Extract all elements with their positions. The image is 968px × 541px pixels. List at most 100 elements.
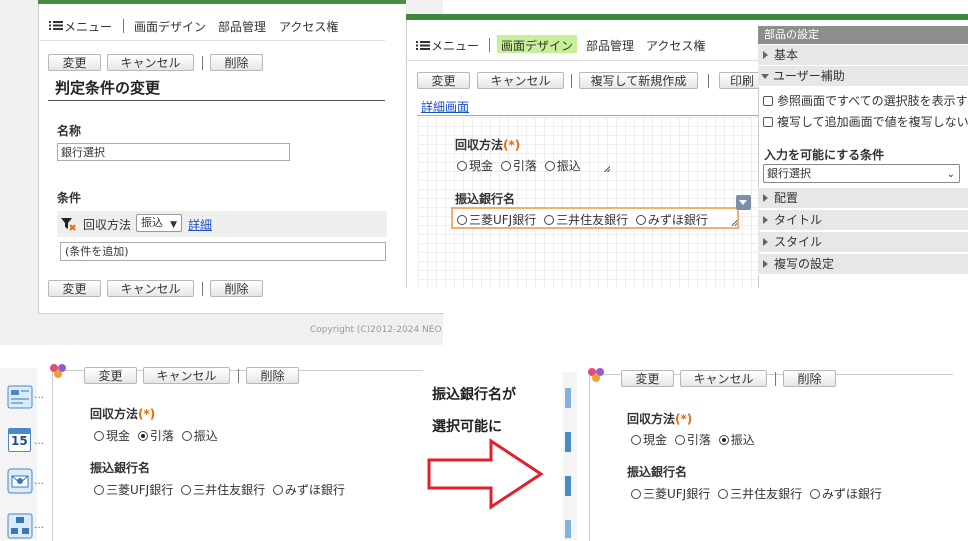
add-condition-select[interactable]: (条件を追加) xyxy=(60,242,386,261)
resize-handle[interactable] xyxy=(604,166,610,172)
delete-button[interactable]: 削除 xyxy=(783,370,836,387)
radio-bank-smbc[interactable]: 三井住友銀行 xyxy=(718,487,802,501)
copyright-text: Copyright (C)2012-2024 NEO xyxy=(310,325,442,335)
nav-item-access[interactable]: アクセス権 xyxy=(279,18,338,35)
radio-transfer[interactable]: 振込 xyxy=(718,433,755,447)
collection-method-label: 回収方法(*) xyxy=(455,136,520,153)
radio-bank-mizuho[interactable]: みずほ銀行 xyxy=(272,483,345,497)
chevron-down-icon: ⌄ xyxy=(946,169,955,180)
change-button[interactable]: 変更 xyxy=(84,367,137,384)
cancel-button[interactable]: キャンセル xyxy=(680,370,767,387)
radio-transfer[interactable]: 振込 xyxy=(544,159,581,173)
panel-section-user-assist[interactable]: ユーザー補助 xyxy=(758,66,968,87)
dashboard-icon[interactable] xyxy=(7,384,33,410)
panel-section-title[interactable]: タイトル xyxy=(758,210,968,231)
org-chart-icon[interactable] xyxy=(7,512,33,540)
nav-item-parts[interactable]: 部品管理 xyxy=(586,37,634,54)
radio-debit[interactable]: 引落 xyxy=(674,433,711,447)
change-button[interactable]: 変更 xyxy=(417,72,470,89)
button-separator xyxy=(708,74,709,88)
title-underline xyxy=(48,100,385,101)
panel-section-style[interactable]: スタイル xyxy=(758,232,968,253)
sidebar-icon-partial[interactable] xyxy=(565,388,571,408)
bottom-right-content xyxy=(589,374,953,541)
name-field[interactable] xyxy=(57,143,290,161)
sidebar-icon-partial[interactable] xyxy=(565,476,571,496)
cancel-button[interactable]: キャンセル xyxy=(143,367,230,384)
chevron-down-icon xyxy=(761,74,769,79)
top-left-header-bar xyxy=(38,0,443,4)
required-mark: (*) xyxy=(675,412,693,426)
bank-radio-group[interactable]: 三菱UFJ銀行 三井住友銀行 みずほ銀行 xyxy=(631,485,882,502)
bank-name-label: 振込銀行名 xyxy=(627,465,688,479)
cancel-button[interactable]: キャンセル xyxy=(107,54,194,71)
collection-method-radio-group[interactable]: 現金 引落 振込 xyxy=(631,431,755,448)
menu-icon[interactable] xyxy=(49,21,63,30)
divider xyxy=(406,60,758,61)
radio-bank-mufg[interactable]: 三菱UFJ銀行 xyxy=(631,487,710,501)
panel-section-basic[interactable]: 基本 xyxy=(758,45,968,66)
radio-bank-mufg[interactable]: 三菱UFJ銀行 xyxy=(94,483,173,497)
delete-button[interactable]: 削除 xyxy=(246,367,299,384)
page-title: 判定条件の変更 xyxy=(55,79,161,97)
radio-cash[interactable]: 現金 xyxy=(631,433,667,447)
part-menu-button[interactable] xyxy=(736,195,751,210)
sidebar-icon-partial[interactable] xyxy=(565,520,571,538)
condition-select-value: 振込 xyxy=(141,216,163,229)
nav-item-access[interactable]: アクセス権 xyxy=(646,37,705,54)
top-right-header-bar xyxy=(406,14,968,20)
button-separator xyxy=(202,56,203,70)
delete-button[interactable]: 削除 xyxy=(210,54,263,71)
delete-button-bottom[interactable]: 削除 xyxy=(210,280,263,297)
detail-link[interactable]: 詳細 xyxy=(188,216,212,233)
enable-condition-value: 銀行選択 xyxy=(767,167,811,180)
panel-section-layout[interactable]: 配置 xyxy=(758,188,968,209)
radio-cash[interactable]: 現金 xyxy=(94,429,130,443)
menu-icon[interactable] xyxy=(416,41,430,50)
enable-condition-label: 入力を可能にする条件 xyxy=(764,148,885,162)
menu-label[interactable]: メニュー xyxy=(431,37,479,54)
enable-condition-select[interactable]: 銀行選択 ⌄ xyxy=(763,164,960,183)
nav-separator xyxy=(489,38,490,52)
radio-bank-smbc[interactable]: 三井住友銀行 xyxy=(544,213,628,227)
radio-bank-smbc[interactable]: 三井住友銀行 xyxy=(181,483,265,497)
detail-screen-link[interactable]: 詳細画面 xyxy=(421,98,469,115)
chevron-down-icon xyxy=(739,200,747,205)
mail-icon[interactable] xyxy=(7,468,33,494)
copy-new-button[interactable]: 複写して新規作成 xyxy=(579,72,698,89)
panel-section-copy-settings[interactable]: 複写の設定 xyxy=(758,254,968,275)
bank-radio-group[interactable]: 三菱UFJ銀行 三井住友銀行 みずほ銀行 xyxy=(94,481,345,498)
menu-label[interactable]: メニュー xyxy=(64,18,112,35)
change-button[interactable]: 変更 xyxy=(621,370,674,387)
filter-remove-icon[interactable] xyxy=(60,216,76,232)
bank-radio-group[interactable]: 三菱UFJ銀行 三井住友銀行 みずほ銀行 xyxy=(457,211,708,228)
nav-item-parts[interactable]: 部品管理 xyxy=(218,18,266,35)
radio-transfer[interactable]: 振込 xyxy=(181,429,218,443)
option-show-all-choices[interactable]: 参照画面ですべての選択肢を表示す xyxy=(763,92,968,109)
radio-bank-mizuho[interactable]: みずほ銀行 xyxy=(635,213,708,227)
radio-debit[interactable]: 引落 xyxy=(137,429,174,443)
cancel-button[interactable]: キャンセル xyxy=(477,72,564,89)
option-no-copy[interactable]: 複写して追加画面で値を複写しない xyxy=(763,113,968,130)
required-mark: (*) xyxy=(503,138,521,152)
resize-handle[interactable] xyxy=(731,220,737,226)
radio-debit[interactable]: 引落 xyxy=(500,159,537,173)
divider xyxy=(38,40,385,41)
collection-method-radio-group[interactable]: 現金 引落 振込 xyxy=(94,427,218,444)
bank-name-label: 振込銀行名 xyxy=(90,461,151,475)
radio-bank-mufg[interactable]: 三菱UFJ銀行 xyxy=(457,213,536,227)
condition-select[interactable]: 振込 ▼ xyxy=(136,214,182,232)
change-button-bottom[interactable]: 変更 xyxy=(48,280,101,297)
annotation-line1: 振込銀行名が xyxy=(432,387,516,403)
sidebar-icon-partial[interactable] xyxy=(565,432,571,452)
nav-item-screen-design[interactable]: 画面デザイン xyxy=(134,18,206,35)
calendar-icon[interactable]: 15 xyxy=(8,428,31,452)
change-button[interactable]: 変更 xyxy=(48,54,101,71)
cancel-button-bottom[interactable]: キャンセル xyxy=(107,280,194,297)
radio-bank-mizuho[interactable]: みずほ銀行 xyxy=(809,487,882,501)
logo-icon xyxy=(588,368,604,382)
bank-name-label: 振込銀行名 xyxy=(455,192,516,206)
radio-cash[interactable]: 現金 xyxy=(457,159,493,173)
nav-item-screen-design[interactable]: 画面デザイン xyxy=(501,37,573,54)
collection-method-radio-group[interactable]: 現金 引落 振込 xyxy=(457,157,581,174)
